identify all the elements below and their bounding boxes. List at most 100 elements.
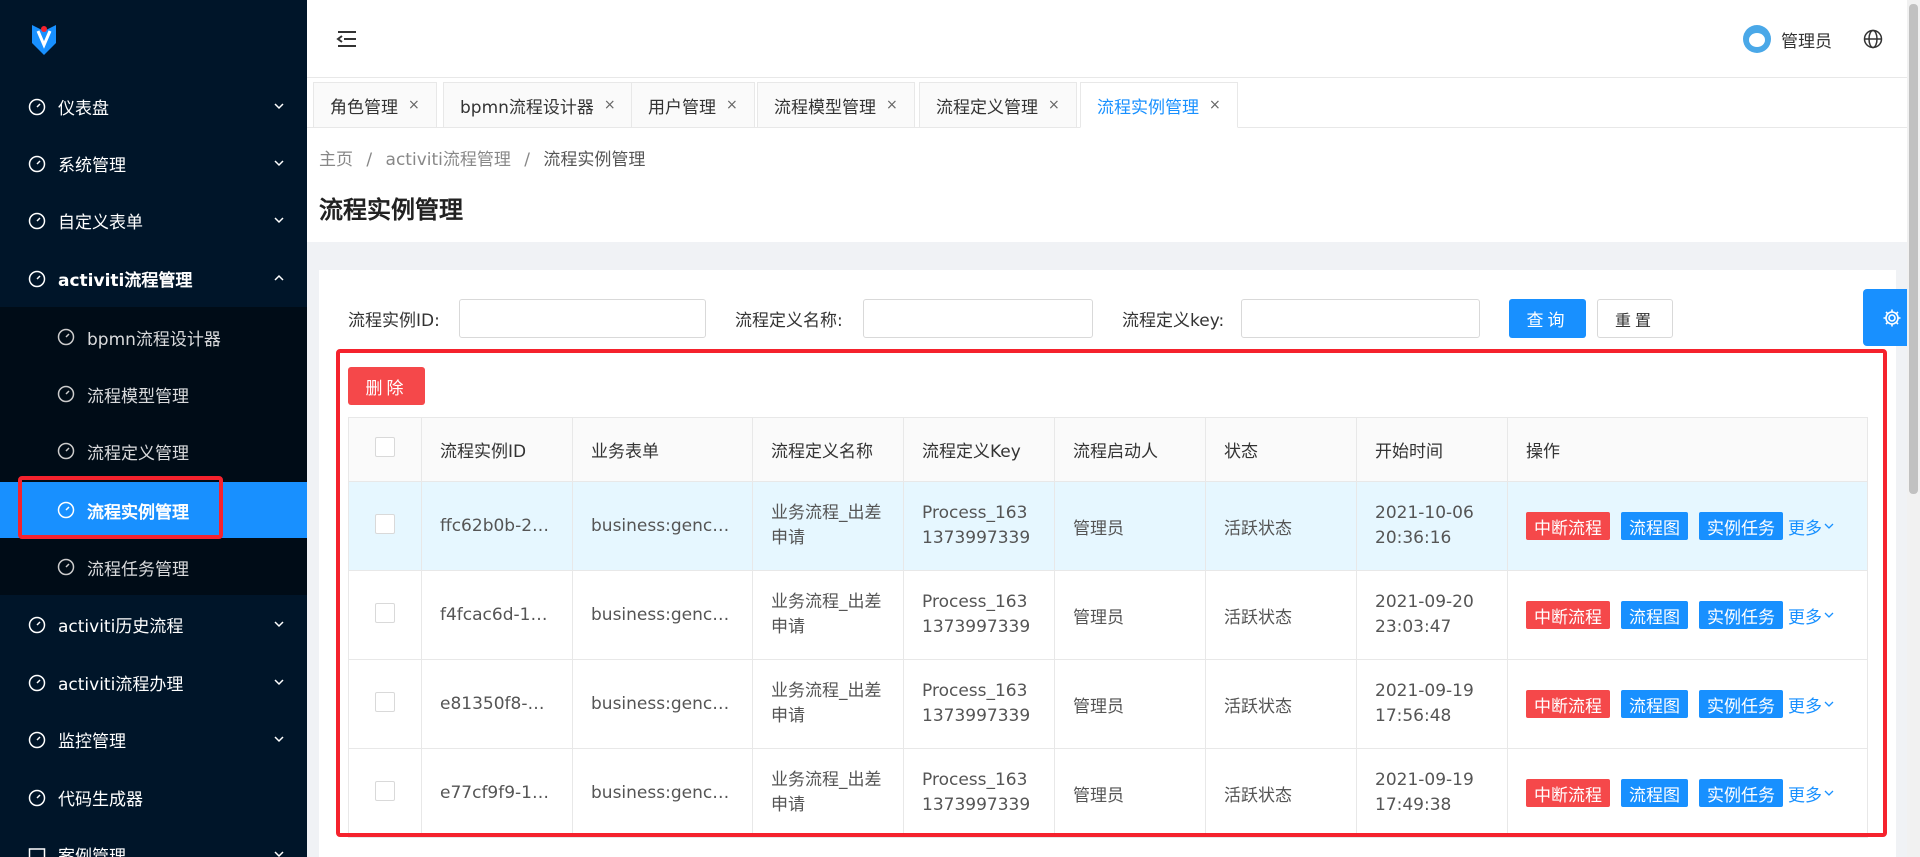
chevron-down-icon <box>273 157 285 169</box>
menu-label: 代码生成器 <box>58 790 143 810</box>
cell-status: 活跃状态 <box>1205 748 1357 838</box>
table-row[interactable]: e77cf9f9-192... business:gencod... 业务流程_… <box>348 748 1868 838</box>
chevron-down-icon <box>273 848 285 857</box>
select-all-checkbox[interactable] <box>375 437 395 457</box>
close-icon[interactable]: × <box>1048 97 1060 113</box>
close-icon[interactable]: × <box>886 97 898 113</box>
more-dropdown[interactable]: 更多 <box>1788 514 1834 539</box>
menu-item-case[interactable]: 案例管理 <box>0 826 307 857</box>
instance-tasks-button[interactable]: 实例任务 <box>1699 512 1783 540</box>
user-menu[interactable]: 管理员 <box>1743 24 1832 54</box>
close-icon[interactable]: × <box>726 97 738 113</box>
row-checkbox[interactable] <box>375 780 395 801</box>
dashboard-icon <box>57 442 75 460</box>
delete-button[interactable]: 删除 <box>348 367 425 405</box>
page-scrollbar[interactable] <box>1907 0 1920 857</box>
cell-status: 活跃状态 <box>1205 659 1357 749</box>
close-icon[interactable]: × <box>604 97 616 113</box>
menu-item-dashboard[interactable]: 仪表盘 <box>0 78 307 135</box>
submenu-label: 流程实例管理 <box>87 502 189 523</box>
submenu-item-instance[interactable]: 流程实例管理 <box>0 482 307 538</box>
column-header: 业务表单 <box>572 417 753 482</box>
process-diagram-button[interactable]: 流程图 <box>1621 690 1688 718</box>
table-row[interactable]: e81350f8-19... business:gencod... 业务流程_出… <box>348 659 1868 749</box>
tab-instance[interactable]: 流程实例管理 × <box>1080 82 1238 128</box>
submenu-item-definition[interactable]: 流程定义管理 <box>0 423 307 479</box>
tab-label: bpmn流程设计器 <box>460 97 594 118</box>
dashboard-icon <box>57 558 75 576</box>
tab-bpmn[interactable]: bpmn流程设计器 × <box>443 82 633 128</box>
interrupt-process-button[interactable]: 中断流程 <box>1526 690 1610 718</box>
language-globe-icon[interactable] <box>1863 29 1883 49</box>
start-clock: 23:03:47 <box>1375 617 1452 637</box>
menu-fold-icon[interactable] <box>335 27 359 51</box>
process-diagram-button[interactable]: 流程图 <box>1621 779 1688 807</box>
menu-item-system[interactable]: 系统管理 <box>0 135 307 192</box>
breadcrumb-home[interactable]: 主页 <box>319 150 353 170</box>
instance-tasks-button[interactable]: 实例任务 <box>1699 779 1783 807</box>
breadcrumb-parent[interactable]: activiti流程管理 <box>386 150 511 170</box>
row-select-cell <box>348 748 422 838</box>
more-dropdown[interactable]: 更多 <box>1788 603 1834 628</box>
process-diagram-button[interactable]: 流程图 <box>1621 512 1688 540</box>
app-logo[interactable] <box>0 0 307 80</box>
column-header: 操作 <box>1507 417 1868 482</box>
cell-def-name: 业务流程_出差申请 <box>752 659 904 749</box>
start-date: 2021-10-06 <box>1375 503 1474 523</box>
cell-status: 活跃状态 <box>1205 570 1357 660</box>
chevron-down-icon <box>273 100 285 112</box>
instance-tasks-button[interactable]: 实例任务 <box>1699 690 1783 718</box>
menu-item-monitor[interactable]: 监控管理 <box>0 711 307 768</box>
chevron-down-icon <box>1824 701 1834 707</box>
close-icon[interactable]: × <box>1209 97 1221 113</box>
chevron-down-icon <box>273 618 285 630</box>
def-key-input[interactable] <box>1241 299 1480 338</box>
instance-tasks-button[interactable]: 实例任务 <box>1699 601 1783 629</box>
more-dropdown[interactable]: 更多 <box>1788 692 1834 717</box>
table-row[interactable]: ffc62b0b-26a... business:gencod... 业务流程_… <box>348 481 1868 571</box>
cell-start-time: 2021-09-19 17:56:48 <box>1356 659 1508 749</box>
row-checkbox[interactable] <box>375 691 395 712</box>
tab-label: 流程实例管理 <box>1097 97 1199 118</box>
cell-actions: 中断流程 流程图 实例任务 更多 <box>1507 481 1868 571</box>
menu-label: 系统管理 <box>58 156 126 176</box>
menu-item-activiti-process[interactable]: activiti流程管理 <box>0 250 307 307</box>
more-label: 更多 <box>1788 696 1822 717</box>
tab-definition[interactable]: 流程定义管理 × <box>919 82 1077 128</box>
row-checkbox[interactable] <box>375 513 395 534</box>
submenu-item-task[interactable]: 流程任务管理 <box>0 539 307 595</box>
scrollbar-thumb[interactable] <box>1909 4 1918 494</box>
instance-id-input[interactable] <box>459 299 706 338</box>
submenu-item-bpmn-designer[interactable]: bpmn流程设计器 <box>0 309 307 365</box>
tab-model[interactable]: 流程模型管理 × <box>757 82 915 128</box>
interrupt-process-button[interactable]: 中断流程 <box>1526 779 1610 807</box>
chevron-up-icon <box>273 272 285 284</box>
reset-button[interactable]: 重置 <box>1597 299 1673 338</box>
submenu-item-model[interactable]: 流程模型管理 <box>0 366 307 422</box>
table-row[interactable]: f4fcac6d-1a2... business:gencod... 业务流程_… <box>348 570 1868 660</box>
menu-item-activiti-handle[interactable]: activiti流程办理 <box>0 654 307 711</box>
query-button[interactable]: 查询 <box>1509 299 1586 338</box>
chevron-down-icon <box>273 676 285 688</box>
cell-business-form: business:gencod... <box>572 481 753 571</box>
interrupt-process-button[interactable]: 中断流程 <box>1526 512 1610 540</box>
menu-item-activiti-history[interactable]: activiti历史流程 <box>0 596 307 653</box>
tabs-bar: 角色管理 × bpmn流程设计器 × 用户管理 × 流程模型管理 × 流程定义管理 × 流… <box>307 80 1907 128</box>
sidebar: 仪表盘 系统管理 自定义表单 activiti流程管理 bpmn流程设计器 流程… <box>0 0 307 857</box>
cell-def-name: 业务流程_出差申请 <box>752 748 904 838</box>
tab-user[interactable]: 用户管理 × <box>631 82 755 128</box>
tab-role[interactable]: 角色管理 × <box>313 82 437 128</box>
instance-table: 流程实例ID 业务表单 流程定义名称 流程定义Key 流程启动人 状态 开始时间… <box>348 417 1868 838</box>
top-header: 管理员 <box>307 0 1907 78</box>
menu-item-custom-form[interactable]: 自定义表单 <box>0 192 307 249</box>
table-header-row: 流程实例ID 业务表单 流程定义名称 流程定义Key 流程启动人 状态 开始时间… <box>348 417 1868 482</box>
interrupt-process-button[interactable]: 中断流程 <box>1526 601 1610 629</box>
cell-def-key: Process_1631373997339 <box>903 659 1055 749</box>
more-dropdown[interactable]: 更多 <box>1788 781 1834 806</box>
close-icon[interactable]: × <box>408 97 420 113</box>
def-name-input[interactable] <box>863 299 1093 338</box>
instance-id-label: 流程实例ID: <box>348 311 440 331</box>
process-diagram-button[interactable]: 流程图 <box>1621 601 1688 629</box>
menu-item-codegen[interactable]: 代码生成器 <box>0 769 307 826</box>
row-checkbox[interactable] <box>375 602 395 623</box>
